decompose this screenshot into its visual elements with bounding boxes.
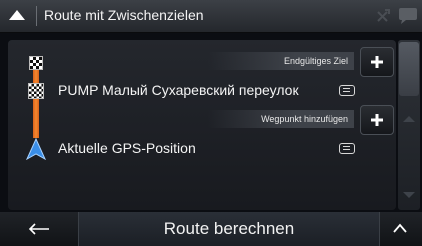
start-item[interactable]: Aktuelle GPS-Position xyxy=(58,140,196,156)
scroll-down-icon[interactable] xyxy=(403,192,415,198)
add-final-destination-button[interactable] xyxy=(360,47,394,77)
destination-details-icon[interactable] xyxy=(339,85,355,96)
calculate-route-button[interactable]: Route berechnen xyxy=(78,212,380,246)
checkered-flag-icon xyxy=(29,56,43,70)
header-divider xyxy=(36,6,37,26)
footer-bar: Route berechnen xyxy=(0,212,422,246)
expand-menu-button[interactable] xyxy=(378,212,422,246)
back-button[interactable] xyxy=(0,212,78,246)
destination-flag-icon xyxy=(28,83,44,99)
final-destination-label: Endgültiges Ziel xyxy=(208,52,354,70)
message-bubble-icon[interactable] xyxy=(396,6,420,26)
destination-item[interactable]: PUMP Малый Сухаревский переулок xyxy=(58,82,299,98)
page-title: Route mit Zwischenzielen xyxy=(44,7,204,23)
add-waypoint-button[interactable] xyxy=(360,105,394,135)
scroll-up-icon[interactable] xyxy=(403,116,415,122)
scrollbar[interactable] xyxy=(398,40,420,210)
add-waypoint-label: Wegpunkt hinzufügen xyxy=(208,110,354,128)
start-details-icon[interactable] xyxy=(339,143,355,154)
chevron-up-icon xyxy=(393,223,407,233)
gps-position-arrow-icon xyxy=(25,137,47,161)
collapse-triangle-icon[interactable] xyxy=(9,10,25,20)
scrollbar-thumb[interactable] xyxy=(399,42,419,96)
header-bar: Route mit Zwischenzielen xyxy=(0,0,422,33)
tools-icon[interactable] xyxy=(372,6,394,26)
back-arrow-icon xyxy=(28,223,49,235)
route-line xyxy=(33,62,39,138)
